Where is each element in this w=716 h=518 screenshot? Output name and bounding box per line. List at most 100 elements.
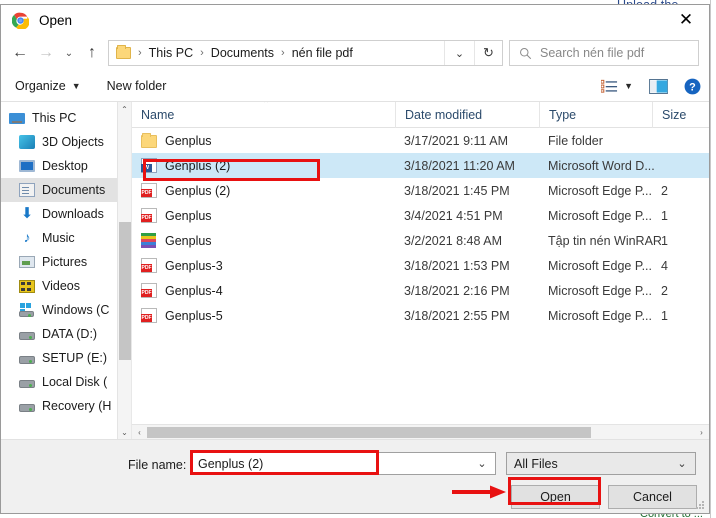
file-list-pane: Name Date modified Type Size ⌃ Genplus 3… — [132, 102, 709, 439]
scroll-left-icon[interactable]: ‹ — [132, 428, 147, 437]
sidebar-scrollbar[interactable]: ⌃ ⌄ — [117, 102, 131, 439]
file-type: Tập tin nén WinRAR — [539, 234, 652, 248]
column-header-type[interactable]: Type — [539, 102, 652, 128]
sidebar-list: This PC 3D Objects Desktop Documents — [1, 102, 131, 418]
file-list-horizontal-scrollbar[interactable]: ‹ › — [132, 424, 709, 439]
sidebar-item-label: Videos — [42, 279, 80, 293]
table-row[interactable]: PDF Genplus (2) 3/18/2021 1:45 PM Micros… — [132, 178, 709, 203]
sidebar-item-data-drive[interactable]: DATA (D:) — [1, 322, 131, 346]
sidebar-item-downloads[interactable]: ⬇ Downloads — [1, 202, 131, 226]
view-options-icon[interactable]: ▼ — [601, 79, 633, 93]
new-folder-button[interactable]: New folder — [107, 79, 167, 93]
dialog-title: Open — [39, 13, 72, 28]
open-button[interactable]: Open — [511, 485, 600, 509]
sidebar-item-local-disk[interactable]: Local Disk ( — [1, 370, 131, 394]
pdf-icon: PDF — [141, 258, 157, 273]
chevron-down-icon: ▼ — [624, 81, 633, 91]
sidebar-item-setup-drive[interactable]: SETUP (E:) — [1, 346, 131, 370]
scroll-right-icon[interactable]: › — [694, 428, 709, 437]
breadcrumb-item-this-pc[interactable]: This PC — [149, 46, 193, 60]
scroll-up-icon[interactable]: ⌃ — [118, 102, 131, 116]
sidebar-item-label: SETUP (E:) — [42, 351, 107, 365]
pdf-icon: PDF — [141, 208, 157, 223]
sidebar-item-label: Local Disk ( — [42, 375, 107, 389]
column-header-size[interactable]: Size — [652, 102, 709, 128]
file-name-cell: PDF Genplus-4 — [132, 283, 395, 298]
address-bar: ← → ⌄ ↑ › This PC › Documents › nén file… — [1, 35, 709, 71]
dialog-titlebar: Open ✕ — [1, 5, 709, 35]
pdf-icon: PDF — [141, 283, 157, 298]
search-icon — [519, 47, 532, 60]
resize-grip[interactable] — [696, 501, 705, 510]
file-name: Genplus (2) — [165, 159, 230, 173]
sidebar-item-music[interactable]: ♪ Music — [1, 226, 131, 250]
breadcrumb-separator-0: › — [131, 47, 149, 59]
search-input[interactable]: Search nén file pdf — [509, 40, 699, 66]
file-name-cell: PDF Genplus — [132, 208, 395, 223]
file-type-filter[interactable]: All Files ⌄ — [506, 452, 696, 475]
3d-objects-icon — [19, 135, 35, 149]
sidebar-item-label: Downloads — [42, 207, 104, 221]
sidebar-item-windows-drive[interactable]: Windows (C — [1, 298, 131, 322]
help-icon[interactable]: ? — [684, 78, 701, 95]
folder-icon — [141, 135, 157, 148]
sidebar-item-desktop[interactable]: Desktop — [1, 154, 131, 178]
pictures-icon — [19, 256, 35, 268]
breadcrumb-item-current[interactable]: nén file pdf — [292, 46, 353, 60]
file-size: 1 — [652, 309, 709, 323]
word-document-icon: W — [141, 158, 157, 173]
recent-locations-icon[interactable]: ⌄ — [59, 39, 79, 67]
downloads-icon: ⬇ — [19, 206, 35, 222]
scroll-down-icon[interactable]: ⌄ — [118, 425, 131, 439]
sidebar-item-documents[interactable]: Documents — [1, 178, 131, 202]
column-header-date[interactable]: Date modified — [395, 102, 539, 128]
sidebar-item-pictures[interactable]: Pictures — [1, 250, 131, 274]
breadcrumb-separator-1: › — [193, 47, 211, 59]
up-icon[interactable]: ↑ — [79, 39, 105, 67]
sidebar-item-this-pc[interactable]: This PC — [1, 106, 131, 130]
svg-text:?: ? — [689, 81, 696, 93]
file-type: Microsoft Edge P... — [539, 309, 652, 323]
sidebar-item-videos[interactable]: Videos — [1, 274, 131, 298]
table-row[interactable]: W Genplus (2) 3/18/2021 11:20 AM Microso… — [132, 153, 709, 178]
refresh-icon[interactable]: ↻ — [474, 41, 502, 65]
table-row[interactable]: Genplus 3/2/2021 8:48 AM Tập tin nén Win… — [132, 228, 709, 253]
table-row[interactable]: PDF Genplus-4 3/18/2021 2:16 PM Microsof… — [132, 278, 709, 303]
table-row[interactable]: PDF Genplus 3/4/2021 4:51 PM Microsoft E… — [132, 203, 709, 228]
breadcrumb-item-documents[interactable]: Documents — [211, 46, 274, 60]
organize-label: Organize — [15, 79, 66, 93]
table-row[interactable]: PDF Genplus-5 3/18/2021 2:55 PM Microsof… — [132, 303, 709, 328]
file-name-cell: PDF Genplus (2) — [132, 183, 395, 198]
forward-icon[interactable]: → — [33, 39, 59, 67]
preview-pane-icon[interactable] — [649, 79, 668, 94]
scrollbar-thumb[interactable] — [147, 427, 591, 438]
file-name-cell: W Genplus (2) — [132, 158, 395, 173]
file-name-input[interactable]: Genplus (2) ⌄ — [191, 452, 496, 475]
file-name: Genplus-3 — [165, 259, 223, 273]
scrollbar-thumb[interactable] — [119, 222, 131, 360]
sidebar-item-3d-objects[interactable]: 3D Objects — [1, 130, 131, 154]
sidebar-item-label: Music — [42, 231, 75, 245]
documents-icon — [19, 183, 35, 197]
pdf-icon: PDF — [141, 308, 157, 323]
chevron-down-icon[interactable]: ⌄ — [469, 453, 495, 474]
breadcrumb[interactable]: › This PC › Documents › nén file pdf ⌄ ↻ — [108, 40, 503, 66]
file-name: Genplus — [165, 134, 212, 148]
desktop-icon — [19, 160, 35, 172]
file-date: 3/18/2021 1:45 PM — [395, 184, 539, 198]
file-name-label: File name: — [128, 458, 186, 472]
chevron-down-icon[interactable]: ⌄ — [669, 453, 695, 474]
close-icon[interactable]: ✕ — [663, 5, 709, 35]
table-row[interactable]: Genplus 3/17/2021 9:11 AM File folder — [132, 128, 709, 153]
cancel-button[interactable]: Cancel — [608, 485, 697, 509]
sidebar-item-label: Documents — [42, 183, 105, 197]
folder-icon — [116, 47, 131, 59]
file-date: 3/18/2021 2:55 PM — [395, 309, 539, 323]
sidebar-item-recovery-drive[interactable]: Recovery (H — [1, 394, 131, 418]
file-type: File folder — [539, 134, 652, 148]
scrollbar-track[interactable] — [147, 426, 694, 439]
chevron-down-icon[interactable]: ⌄ — [444, 41, 474, 65]
organize-button[interactable]: Organize ▼ — [15, 79, 81, 93]
table-row[interactable]: PDF Genplus-3 3/18/2021 1:53 PM Microsof… — [132, 253, 709, 278]
back-icon[interactable]: ← — [7, 39, 33, 67]
